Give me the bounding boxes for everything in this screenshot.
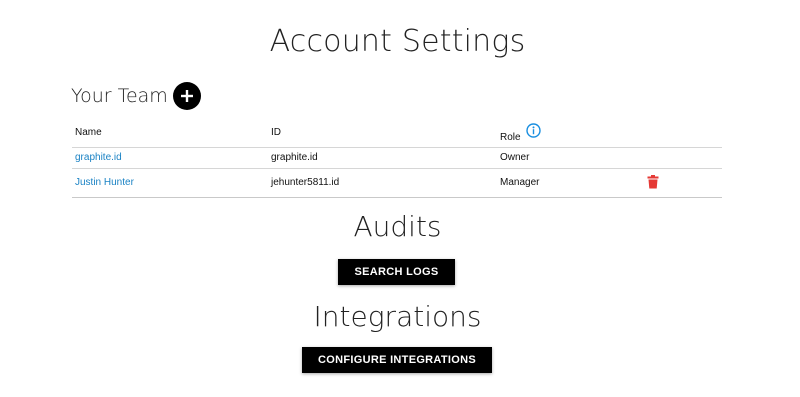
- member-name-link[interactable]: graphite.id: [75, 152, 122, 163]
- account-settings-page: Account Settings Your Team Name ID Role: [0, 0, 800, 397]
- column-header-name: Name: [75, 127, 102, 138]
- member-role: Manager: [500, 177, 540, 188]
- team-title: Your Team: [71, 85, 168, 107]
- info-icon[interactable]: [525, 123, 541, 143]
- page-title: Account Settings: [269, 24, 526, 59]
- trash-icon[interactable]: [647, 175, 659, 194]
- configure-integrations-button[interactable]: CONFIGURE INTEGRATIONS: [302, 347, 492, 373]
- table-row: Justin Hunter jehunter5811.id Manager: [72, 169, 722, 198]
- member-name-link[interactable]: Justin Hunter: [75, 177, 134, 188]
- plus-icon: [180, 90, 193, 102]
- add-team-member-button[interactable]: [172, 82, 201, 110]
- team-header: Your Team: [71, 82, 201, 110]
- integrations-title: Integrations: [313, 300, 482, 333]
- table-row: graphite.id graphite.id Owner: [72, 148, 722, 169]
- member-role: Owner: [500, 152, 530, 163]
- search-logs-button[interactable]: SEARCH LOGS: [338, 259, 455, 285]
- column-header-role: Role: [500, 132, 521, 143]
- member-id: jehunter5811.id: [271, 177, 340, 188]
- column-header-id: ID: [271, 127, 281, 138]
- table-header-row: Name ID Role: [72, 118, 722, 148]
- audits-title: Audits: [353, 210, 442, 243]
- member-id: graphite.id: [271, 152, 318, 163]
- column-header-role-group: Role: [500, 123, 541, 143]
- team-table: Name ID Role graphite.id graphite.id Own…: [72, 118, 722, 198]
